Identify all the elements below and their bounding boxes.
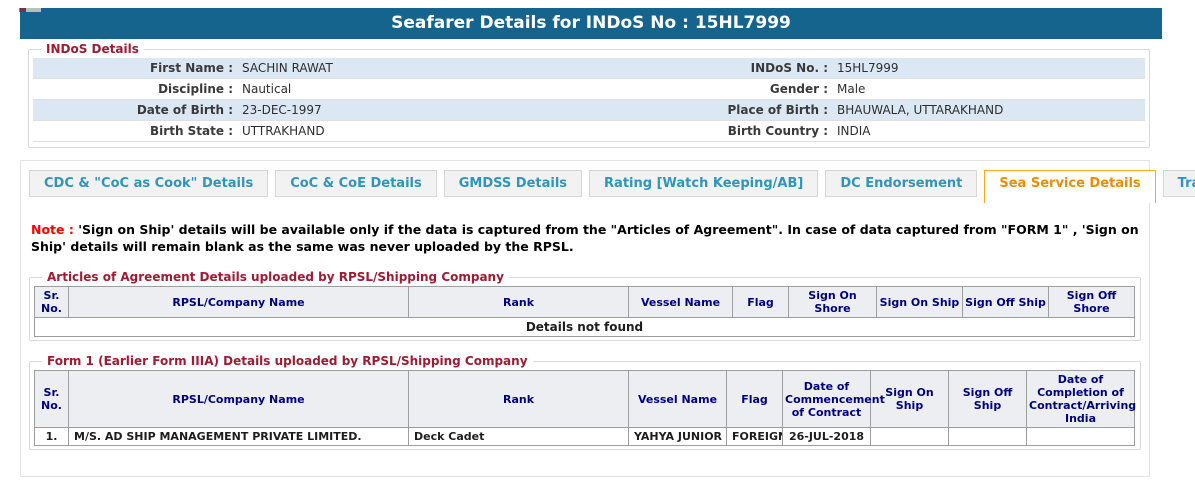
col-flag: Flag xyxy=(732,286,789,318)
first-name-label: First Name : xyxy=(149,61,233,75)
form1-section: Form 1 (Earlier Form IIIA) Details uploa… xyxy=(29,354,1141,450)
cell-vessel-name: YAHYA JUNIOR xyxy=(628,427,727,446)
col-sr-no: Sr. No. xyxy=(34,370,69,428)
indos-details-legend: INDoS Details xyxy=(46,42,139,56)
col-completion-date: Date of Completion of Contract/Arriving … xyxy=(1026,370,1136,428)
articles-of-agreement-section: Articles of Agreement Details uploaded b… xyxy=(29,270,1141,341)
indos-no-label: INDoS No. : xyxy=(750,61,828,75)
empty-row: Details not found xyxy=(34,317,1135,337)
note-text: 'Sign on Ship' details will be available… xyxy=(31,222,1139,254)
table-row: 1. M/S. AD SHIP MANAGEMENT PRIVATE LIMIT… xyxy=(34,427,1135,446)
place-of-birth-label: Place of Birth : xyxy=(727,103,828,117)
tab-bar: CDC & "CoC as Cook" Details CoC & CoE De… xyxy=(21,161,1195,203)
cell-flag: FOREIGN xyxy=(726,427,783,446)
tab-rating-watch-keeping-ab[interactable]: Rating [Watch Keeping/AB] xyxy=(589,170,819,197)
table-header-row: Sr. No. RPSL/Company Name Rank Vessel Na… xyxy=(34,370,1136,428)
col-flag: Flag xyxy=(726,370,783,428)
birth-country-label: Birth Country : xyxy=(727,124,828,138)
col-vessel-name: Vessel Name xyxy=(628,370,727,428)
cell-company-name: M/S. AD SHIP MANAGEMENT PRIVATE LIMITED. xyxy=(68,427,409,446)
tab-cdc-coc-as-cook-details[interactable]: CDC & "CoC as Cook" Details xyxy=(29,170,269,197)
cell-rank: Deck Cadet xyxy=(408,427,629,446)
page-title: Seafarer Details for INDoS No : 15HL7999 xyxy=(20,8,1162,39)
articles-of-agreement-table: Sr. No. RPSL/Company Name Rank Vessel Na… xyxy=(34,286,1135,337)
date-of-birth-value: 23-DEC-1997 xyxy=(242,103,322,117)
form1-table: Sr. No. RPSL/Company Name Rank Vessel Na… xyxy=(34,370,1136,446)
birth-country-value: INDIA xyxy=(837,124,871,138)
cell-sign-off-ship xyxy=(948,427,1027,446)
birth-state-value: UTTRAKHAND xyxy=(242,124,325,138)
indos-row: Birth State : UTTRAKHAND Birth Country :… xyxy=(33,121,1145,142)
tab-sea-service-details[interactable]: Sea Service Details xyxy=(984,170,1156,203)
col-sign-off-shore: Sign Off Shore xyxy=(1048,286,1135,318)
tab-training-details[interactable]: Training Details xyxy=(1162,170,1195,197)
col-sign-on-shore: Sign On Shore xyxy=(788,286,877,318)
col-company-name: RPSL/Company Name xyxy=(68,370,409,428)
tab-coc-coe-details[interactable]: CoC & CoE Details xyxy=(275,170,437,197)
col-sign-off-ship: Sign Off Ship xyxy=(962,286,1049,318)
tab-content-panel: CDC & "CoC as Cook" Details CoC & CoE De… xyxy=(20,160,1195,477)
indos-row: Date of Birth : 23-DEC-1997 Place of Bir… xyxy=(33,100,1145,121)
col-vessel-name: Vessel Name xyxy=(628,286,733,318)
cell-sr-no: 1. xyxy=(34,427,69,446)
indos-details-section: INDoS Details First Name : SACHIN RAWAT … xyxy=(28,42,1150,148)
col-sign-on-ship: Sign On Ship xyxy=(876,286,963,318)
first-name-value: SACHIN RAWAT xyxy=(242,61,333,75)
articles-of-agreement-legend: Articles of Agreement Details uploaded b… xyxy=(47,270,504,284)
indos-row: First Name : SACHIN RAWAT INDoS No. : 15… xyxy=(33,58,1145,79)
cell-completion-date xyxy=(1026,427,1135,446)
col-rank: Rank xyxy=(408,286,629,318)
tab-dc-endorsement[interactable]: DC Endorsement xyxy=(825,170,978,197)
date-of-birth-label: Date of Birth : xyxy=(136,103,233,117)
indos-row: Discipline : Nautical Gender : Male xyxy=(33,79,1145,100)
tab-gmdss-details[interactable]: GMDSS Details xyxy=(443,170,583,197)
col-rank: Rank xyxy=(408,370,629,428)
discipline-value: Nautical xyxy=(242,82,292,96)
gender-label: Gender : xyxy=(769,82,828,96)
table-header-row: Sr. No. RPSL/Company Name Rank Vessel Na… xyxy=(34,286,1135,318)
col-sr-no: Sr. No. xyxy=(34,286,69,318)
form1-legend: Form 1 (Earlier Form IIIA) Details uploa… xyxy=(47,354,528,368)
cell-sign-on-ship xyxy=(870,427,949,446)
col-sign-off-ship: Sign Off Ship xyxy=(948,370,1027,428)
note-prefix: Note : xyxy=(31,222,74,237)
place-of-birth-value: BHAUWALA, UTTARAKHAND xyxy=(837,103,1004,117)
details-not-found-message: Details not found xyxy=(34,317,1135,337)
cell-commencement-date: 26-JUL-2018 xyxy=(782,427,871,446)
col-commencement-date: Date of Commencement of Contract xyxy=(782,370,885,428)
birth-state-label: Birth State : xyxy=(150,124,233,138)
discipline-label: Discipline : xyxy=(158,82,233,96)
gender-value: Male xyxy=(837,82,866,96)
clipped-top-artifact xyxy=(19,8,41,12)
col-company-name: RPSL/Company Name xyxy=(68,286,409,318)
sign-on-ship-note: Note : 'Sign on Ship' details will be av… xyxy=(31,221,1139,255)
indos-no-value: 15HL7999 xyxy=(837,61,899,75)
